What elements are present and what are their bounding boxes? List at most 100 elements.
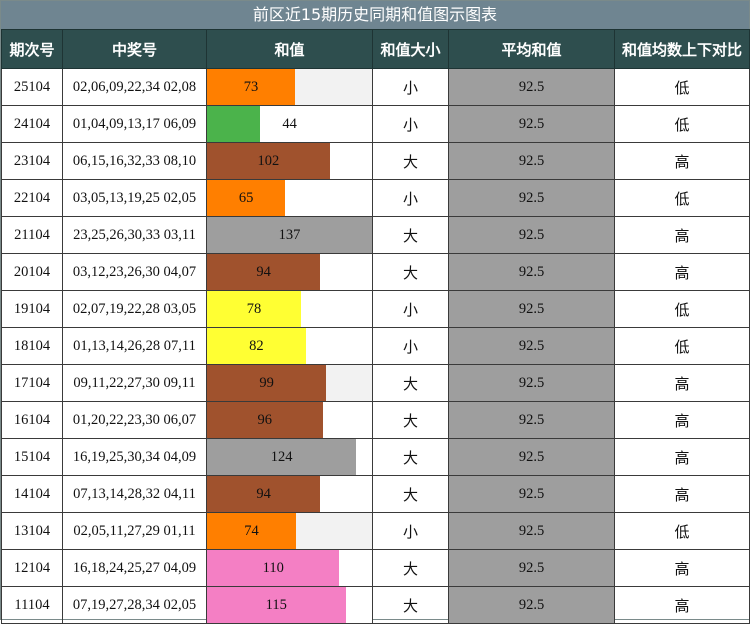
header-sum: 和值 <box>206 29 373 69</box>
period-cell: 14104 <box>1 475 63 513</box>
sum-value-label: 137 <box>278 227 301 243</box>
numbers-cell: 01,20,22,23,30 06,07 <box>62 401 207 439</box>
numbers-cell: 02,07,19,22,28 03,05 <box>62 290 207 328</box>
sum-cell: 102 <box>206 142 373 180</box>
period-cell: 21104 <box>1 216 63 254</box>
size-cell: 大 <box>372 475 449 513</box>
sum-value-label: 94 <box>256 264 271 280</box>
size-cell: 大 <box>372 586 449 624</box>
header-period: 期次号 <box>1 29 63 69</box>
size-cell: 大 <box>372 401 449 439</box>
sum-value-label: 73 <box>243 79 259 95</box>
avg-cell: 92.5 <box>448 512 615 550</box>
sum-cell: 74 <box>206 512 373 550</box>
header-size: 和值大小 <box>372 29 449 69</box>
sum-value-label: 78 <box>246 301 262 317</box>
period-cell: 22104 <box>1 179 63 217</box>
sum-cell: 94 <box>206 475 373 513</box>
sum-value-label: 96 <box>257 412 273 428</box>
table-row: 21104 23,25,26,30,33 03,11 137 大 92.5 高 <box>1 216 750 254</box>
numbers-cell: 01,04,09,13,17 06,09 <box>62 105 207 143</box>
trend-cell: 低 <box>614 327 750 365</box>
avg-cell: 92.5 <box>448 549 615 587</box>
trend-cell: 低 <box>614 105 750 143</box>
avg-cell: 92.5 <box>448 68 615 106</box>
sum-value-label: 44 <box>282 116 297 132</box>
period-cell: 11104 <box>1 586 63 624</box>
sum-value-label: 65 <box>238 190 254 206</box>
sum-value-label: 102 <box>257 153 280 169</box>
sum-cell: 82 <box>206 327 373 365</box>
trend-cell: 低 <box>614 179 750 217</box>
numbers-cell: 01,13,14,26,28 07,11 <box>62 327 207 365</box>
sum-value-label: 110 <box>262 560 284 576</box>
table-row: 13104 02,05,11,27,29 01,11 74 小 92.5 低 <box>1 512 750 550</box>
avg-cell: 92.5 <box>448 179 615 217</box>
size-cell: 大 <box>372 438 449 476</box>
sum-cell: 137 <box>206 216 373 254</box>
avg-cell: 92.5 <box>448 253 615 291</box>
sum-bar-wrap: 44 <box>207 106 372 142</box>
period-cell: 19104 <box>1 290 63 328</box>
trend-cell: 高 <box>614 586 750 624</box>
table-row: 24104 01,04,09,13,17 06,09 44 小 92.5 低 <box>1 105 750 143</box>
numbers-cell: 09,11,22,27,30 09,11 <box>62 364 207 402</box>
numbers-cell: 23,25,26,30,33 03,11 <box>62 216 207 254</box>
size-cell: 小 <box>372 290 449 328</box>
sum-cell: 115 <box>206 586 373 624</box>
period-cell: 17104 <box>1 364 63 402</box>
sum-value-label: 74 <box>244 523 259 539</box>
avg-cell: 92.5 <box>448 438 615 476</box>
avg-cell: 92.5 <box>448 327 615 365</box>
sum-bar-wrap: 82 <box>207 328 372 364</box>
numbers-cell: 07,19,27,28,34 02,05 <box>62 586 207 624</box>
sum-bar-wrap: 115 <box>207 587 372 623</box>
table-body: 25104 02,06,09,22,34 02,08 73 小 92.5 低 24104 01… <box>1 68 750 624</box>
table-row: 22104 03,05,13,19,25 02,05 65 小 92.5 低 <box>1 179 750 217</box>
sum-cell: 99 <box>206 364 373 402</box>
period-cell: 12104 <box>1 549 63 587</box>
numbers-cell: 07,13,14,28,32 04,11 <box>62 475 207 513</box>
table-row: 14104 07,13,14,28,32 04,11 94 大 92.5 高 <box>1 475 750 513</box>
period-cell: 23104 <box>1 142 63 180</box>
numbers-cell: 16,18,24,25,27 04,09 <box>62 549 207 587</box>
table-row: 16104 01,20,22,23,30 06,07 96 大 92.5 高 <box>1 401 750 439</box>
sum-bar-wrap: 102 <box>207 143 372 179</box>
sum-bar-wrap: 110 <box>207 550 372 586</box>
period-cell: 15104 <box>1 438 63 476</box>
trend-cell: 低 <box>614 512 750 550</box>
period-cell: 18104 <box>1 327 63 365</box>
sum-bar-wrap: 73 <box>207 69 372 105</box>
sum-bar-wrap: 124 <box>207 439 372 475</box>
trend-cell: 高 <box>614 475 750 513</box>
table-row: 20104 03,12,23,26,30 04,07 94 大 92.5 高 <box>1 253 750 291</box>
numbers-cell: 16,19,25,30,34 04,09 <box>62 438 207 476</box>
sum-bar-wrap: 65 <box>207 180 372 216</box>
sum-value-label: 94 <box>256 486 271 502</box>
period-cell: 25104 <box>1 68 63 106</box>
avg-cell: 92.5 <box>448 364 615 402</box>
size-cell: 大 <box>372 253 449 291</box>
sum-cell: 96 <box>206 401 373 439</box>
chart-frame: 前区近15期历史同期和值图示图表 期次号 中奖号 和值 和值大小 平均和值 和值… <box>0 0 750 624</box>
trend-cell: 高 <box>614 401 750 439</box>
period-cell: 20104 <box>1 253 63 291</box>
sum-bar-wrap: 94 <box>207 476 372 512</box>
numbers-cell: 03,12,23,26,30 04,07 <box>62 253 207 291</box>
sum-value-label: 124 <box>270 449 293 465</box>
sum-cell: 94 <box>206 253 373 291</box>
trend-cell: 高 <box>614 142 750 180</box>
period-cell: 16104 <box>1 401 63 439</box>
size-cell: 小 <box>372 68 449 106</box>
size-cell: 小 <box>372 105 449 143</box>
size-cell: 小 <box>372 512 449 550</box>
sum-bar-wrap: 137 <box>207 217 372 253</box>
sum-cell: 65 <box>206 179 373 217</box>
history-table: 期次号 中奖号 和值 和值大小 平均和值 和值均数上下对比 25104 02,06… <box>1 29 750 624</box>
trend-cell: 高 <box>614 216 750 254</box>
sum-bar-wrap: 99 <box>207 365 372 401</box>
period-cell: 13104 <box>1 512 63 550</box>
sum-bar-wrap: 74 <box>207 513 372 549</box>
table-row: 18104 01,13,14,26,28 07,11 82 小 92.5 低 <box>1 327 750 365</box>
header-row: 期次号 中奖号 和值 和值大小 平均和值 和值均数上下对比 <box>1 29 750 69</box>
